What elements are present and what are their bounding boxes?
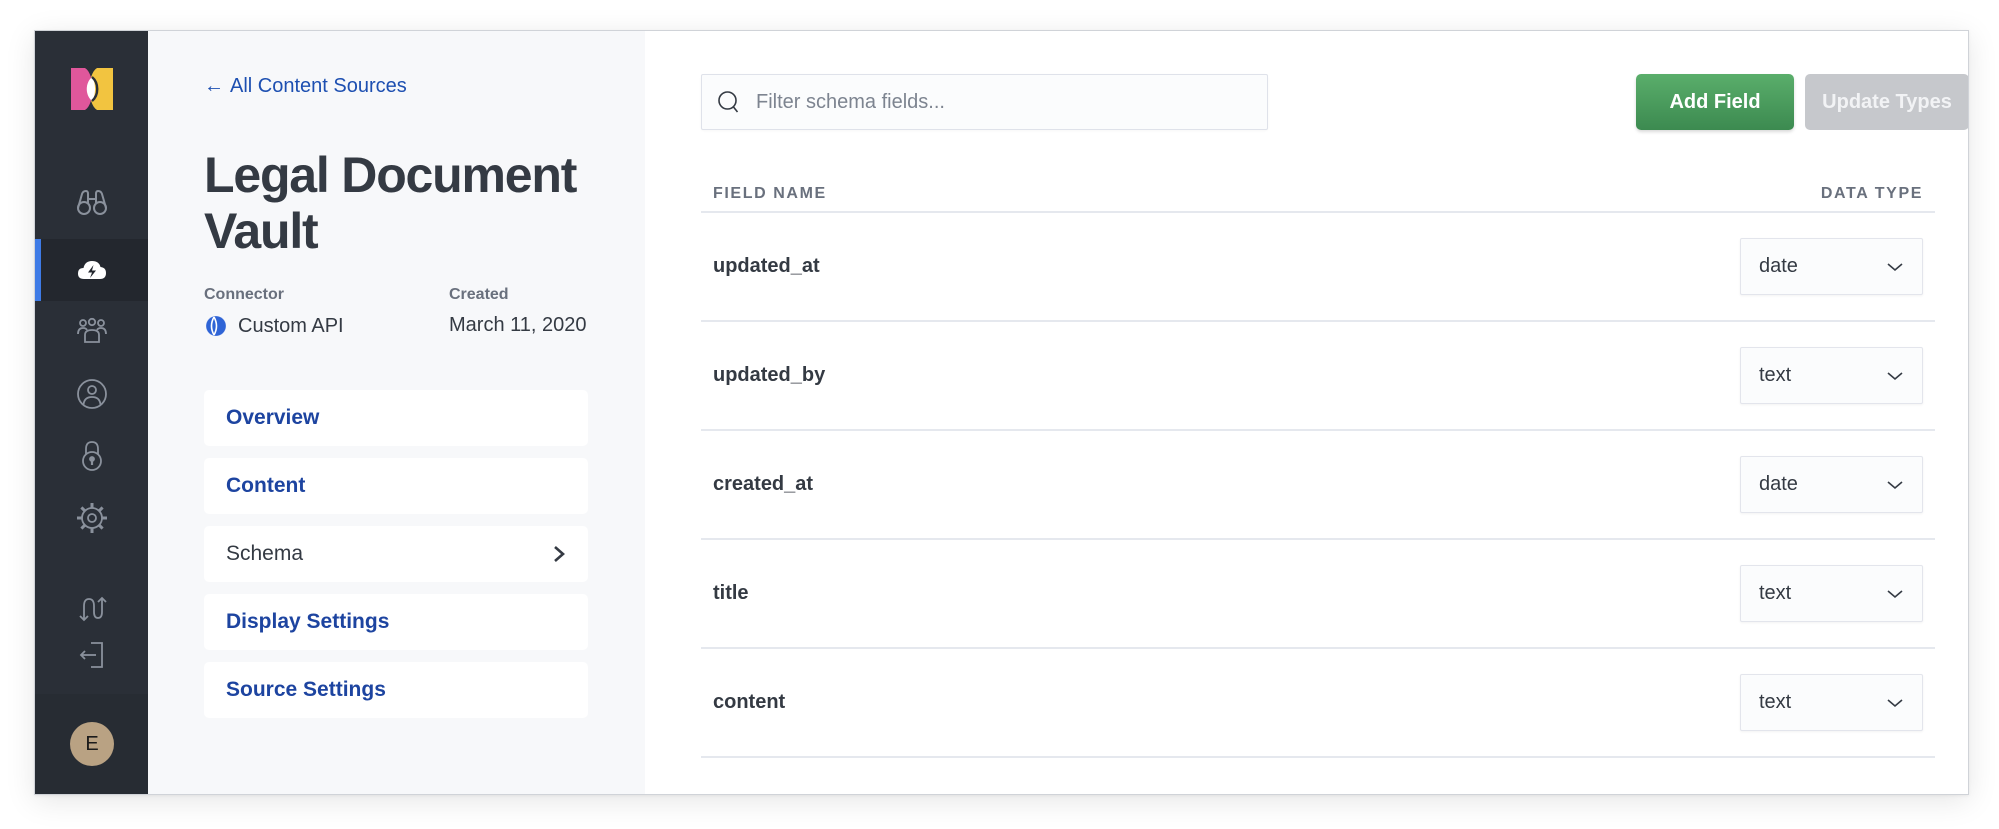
swap-arrows-icon	[78, 596, 107, 622]
nav-item-content[interactable]: Content	[204, 458, 588, 514]
app-logo-icon[interactable]	[71, 68, 113, 110]
data-type-select[interactable]: date	[1740, 238, 1923, 295]
rail-item-logout[interactable]	[35, 632, 148, 678]
table-row: updated_by text	[701, 322, 1935, 431]
nav-item-label: Source Settings	[226, 678, 386, 701]
search-icon	[718, 91, 739, 113]
nav-item-schema[interactable]: Schema	[204, 526, 588, 582]
rail-footer: E	[35, 694, 148, 794]
rail-item-switch[interactable]	[35, 586, 148, 632]
chevron-down-icon	[1887, 589, 1903, 598]
cloud-lightning-icon	[77, 261, 106, 279]
avatar[interactable]: E	[70, 722, 114, 766]
update-types-button: Update Types	[1805, 74, 1968, 130]
arrow-left-icon: ←	[204, 75, 224, 97]
data-type-select[interactable]: text	[1740, 565, 1923, 622]
nav-item-label: Schema	[226, 542, 304, 565]
rail-item-settings[interactable]	[35, 487, 148, 549]
created-meta: Created March 11, 2020	[449, 286, 587, 337]
nav-item-label: Display Settings	[226, 610, 390, 633]
chevron-down-icon	[1887, 698, 1903, 707]
rail-item-users[interactable]	[35, 363, 148, 425]
created-label: Created	[449, 286, 509, 303]
data-type-value: date	[1759, 255, 1798, 277]
add-field-button[interactable]: Add Field	[1636, 74, 1794, 130]
user-circle-icon	[76, 379, 107, 409]
table-row: created_at date	[701, 431, 1935, 540]
logout-icon	[79, 642, 103, 668]
nav-item-label: Content	[226, 474, 306, 497]
chevron-down-icon	[1887, 262, 1903, 271]
schema-main: Add Field Update Types FIELD NAME DATA T…	[645, 31, 1968, 794]
data-type-value: text	[1759, 691, 1792, 713]
nav-item-display-settings[interactable]: Display Settings	[204, 594, 588, 650]
schema-search	[701, 74, 1268, 130]
rail-item-groups[interactable]	[35, 301, 148, 363]
schema-table: FIELD NAME DATA TYPE updated_at date upd…	[701, 181, 1935, 758]
filter-schema-input[interactable]	[756, 90, 1267, 114]
connector-meta: Connector Custom API	[204, 286, 344, 338]
table-row: title text	[701, 540, 1935, 649]
field-name: created_at	[713, 473, 814, 495]
connector-value-row: Custom API	[204, 314, 344, 338]
data-type-value: text	[1759, 582, 1792, 604]
data-type-select[interactable]: text	[1740, 674, 1923, 731]
chevron-right-icon	[554, 546, 565, 562]
data-type-value: text	[1759, 364, 1792, 386]
field-name: content	[713, 691, 786, 713]
data-type-select[interactable]: date	[1740, 456, 1923, 513]
field-name: title	[713, 582, 749, 604]
table-row: updated_at date	[701, 213, 1935, 322]
lock-icon	[81, 441, 102, 471]
chevron-down-icon	[1887, 480, 1903, 489]
chevron-down-icon	[1887, 371, 1903, 380]
field-name: updated_by	[713, 364, 826, 386]
created-value: March 11, 2020	[449, 314, 587, 336]
nav-item-overview[interactable]: Overview	[204, 390, 588, 446]
page-title: Legal Document Vault	[204, 147, 577, 259]
connector-value: Custom API	[238, 314, 344, 337]
rail-item-security[interactable]	[35, 425, 148, 487]
back-to-sources-link[interactable]: ← All Content Sources	[204, 75, 407, 98]
table-header: FIELD NAME DATA TYPE	[701, 181, 1935, 213]
icon-rail: E	[35, 31, 148, 794]
source-panel: ← All Content Sources Legal Document Vau…	[148, 31, 645, 794]
column-header-field-name: FIELD NAME	[713, 185, 827, 202]
gear-icon	[76, 503, 107, 533]
table-row: content text	[701, 649, 1935, 758]
field-name: updated_at	[713, 255, 820, 277]
app-window: E ← All Content Sources Legal Document V…	[34, 30, 1969, 795]
data-type-value: date	[1759, 473, 1798, 495]
rail-item-content-sources[interactable]	[35, 239, 148, 301]
column-header-data-type: DATA TYPE	[1820, 185, 1923, 202]
rail-item-search[interactable]	[35, 171, 148, 233]
custom-api-icon	[205, 315, 227, 337]
binoculars-icon	[76, 189, 107, 215]
connector-label: Connector	[204, 286, 284, 303]
users-group-icon	[76, 317, 107, 343]
source-nav: Overview Content Schema Display Settings…	[204, 390, 588, 730]
back-link-label: All Content Sources	[230, 75, 407, 97]
nav-item-label: Overview	[226, 406, 320, 429]
data-type-select[interactable]: text	[1740, 347, 1923, 404]
nav-item-source-settings[interactable]: Source Settings	[204, 662, 588, 718]
